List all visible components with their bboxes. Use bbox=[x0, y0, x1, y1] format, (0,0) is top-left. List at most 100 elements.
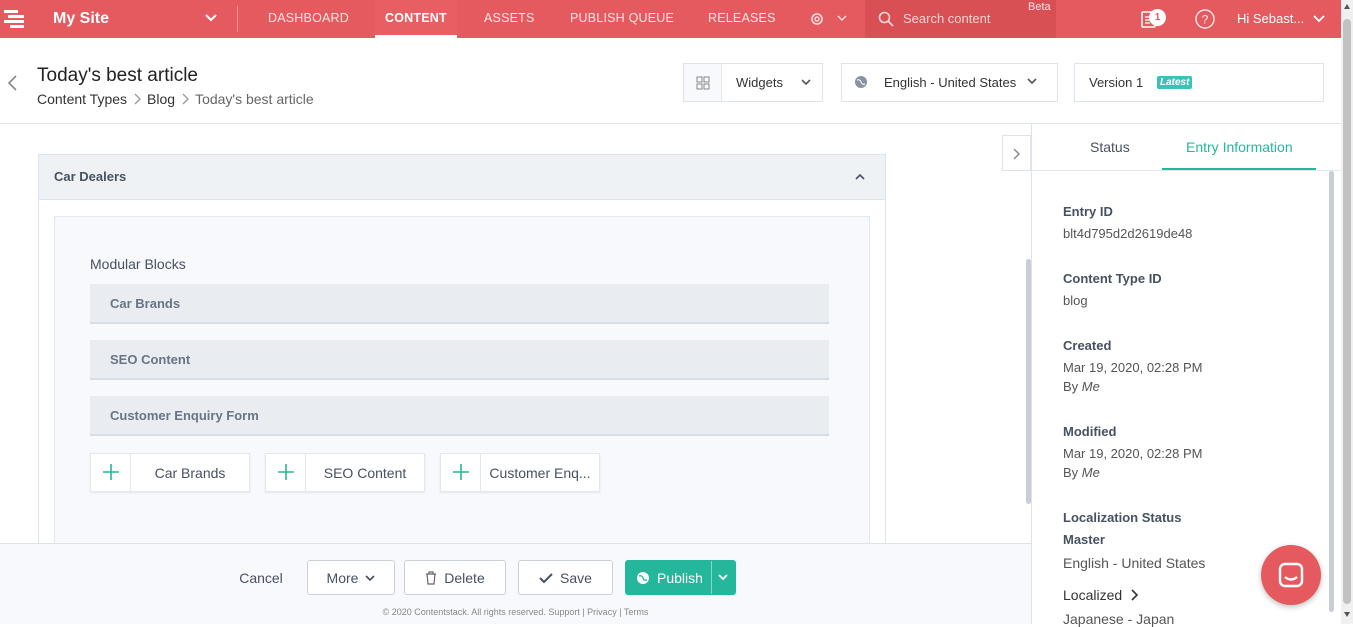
localization-section: Localization Status Master English - Uni… bbox=[1063, 510, 1205, 627]
block-customer-enquiry-form[interactable]: Customer Enquiry Form bbox=[90, 396, 829, 436]
divider bbox=[711, 561, 712, 594]
check-icon bbox=[539, 572, 553, 584]
block-title: Customer Enquiry Form bbox=[110, 408, 259, 423]
collapse-sidebar-button[interactable] bbox=[1002, 135, 1031, 171]
delete-label: Delete bbox=[444, 569, 485, 586]
site-name[interactable]: My Site bbox=[53, 10, 109, 28]
nav-content[interactable]: CONTENT bbox=[375, 0, 457, 38]
globe-icon bbox=[854, 75, 868, 89]
scroll-down-icon[interactable] bbox=[1344, 612, 1350, 617]
search-icon bbox=[878, 11, 894, 27]
globe-icon bbox=[636, 571, 650, 585]
entry-id-value: blt4d795d2d2619de48 bbox=[1063, 226, 1193, 241]
breadcrumb-blog[interactable]: Blog bbox=[147, 91, 175, 107]
widgets-dropdown[interactable]: Widgets bbox=[683, 63, 823, 102]
chevron-right-icon bbox=[133, 93, 141, 105]
beta-label: Beta bbox=[1028, 1, 1051, 13]
breadcrumb: Content Types Blog Today's best article bbox=[37, 91, 314, 107]
chevron-down-icon[interactable] bbox=[1312, 14, 1326, 24]
widgets-label: Widgets bbox=[736, 75, 783, 90]
modified-value: Mar 19, 2020, 02:28 PM bbox=[1063, 446, 1203, 461]
group-title: Car Dealers bbox=[54, 169, 127, 184]
entry-header: Today's best article Content Types Blog … bbox=[0, 38, 1341, 124]
chevron-down-icon bbox=[1027, 77, 1037, 85]
nav-publish-queue[interactable]: PUBLISH QUEUE bbox=[570, 0, 674, 38]
block-seo-content[interactable]: SEO Content bbox=[90, 340, 829, 380]
block-title: SEO Content bbox=[110, 352, 191, 367]
plus-icon bbox=[441, 454, 481, 491]
locale-dropdown[interactable]: English - United States bbox=[841, 63, 1058, 102]
created-value: Mar 19, 2020, 02:28 PM bbox=[1063, 360, 1203, 375]
entry-id-section: Entry ID blt4d795d2d2619de48 bbox=[1063, 204, 1192, 241]
active-tab-indicator bbox=[1162, 168, 1316, 170]
by-prefix: By bbox=[1063, 379, 1079, 394]
contentstack-logo-icon[interactable] bbox=[0, 0, 38, 38]
master-locale: English - United States bbox=[1063, 555, 1206, 571]
latest-badge: Latest bbox=[1157, 76, 1193, 89]
created-by: By Me bbox=[1063, 379, 1202, 394]
widgets-icon bbox=[684, 64, 722, 101]
version-dropdown[interactable]: Version 1 Latest bbox=[1074, 63, 1324, 102]
chevron-down-icon bbox=[801, 78, 811, 86]
sidebar-tabs: Status Entry Information bbox=[1032, 124, 1342, 171]
modular-blocks-field: Modular Blocks Car Brands SEO Content Cu… bbox=[54, 216, 870, 576]
publish-button[interactable]: Publish bbox=[625, 560, 736, 595]
nav-assets[interactable]: ASSETS bbox=[484, 0, 535, 38]
sidebar-scrollbar[interactable] bbox=[1329, 171, 1334, 612]
chevron-up-icon[interactable] bbox=[855, 173, 865, 181]
add-button-label: SEO Content bbox=[323, 465, 407, 481]
top-navigation-bar: My Site DASHBOARD CONTENT ASSETS PUBLISH… bbox=[0, 0, 1341, 38]
localization-label: Localization Status bbox=[1063, 510, 1182, 525]
entry-id-label: Entry ID bbox=[1063, 204, 1113, 219]
add-button-label: Customer Enq... bbox=[489, 465, 591, 481]
modified-by: By Me bbox=[1063, 465, 1202, 480]
group-field-car-dealers: Car Dealers Modular Blocks Car Brands SE… bbox=[38, 154, 886, 576]
tab-entry-information[interactable]: Entry Information bbox=[1186, 139, 1293, 155]
scroll-up-icon[interactable] bbox=[1344, 4, 1350, 9]
delete-button[interactable]: Delete bbox=[404, 560, 506, 595]
svg-text:?: ? bbox=[1202, 13, 1209, 27]
block-car-brands[interactable]: Car Brands bbox=[90, 284, 829, 324]
more-label: More bbox=[326, 569, 359, 586]
field-label: Modular Blocks bbox=[90, 256, 186, 272]
nav-releases[interactable]: RELEASES bbox=[708, 0, 776, 38]
version-label: Version 1 bbox=[1089, 75, 1144, 90]
locale-label: English - United States bbox=[884, 75, 1017, 90]
chevron-down-icon[interactable] bbox=[837, 14, 847, 22]
cancel-button[interactable]: Cancel bbox=[232, 560, 290, 595]
add-seo-content-button[interactable]: SEO Content bbox=[265, 453, 425, 492]
group-header[interactable]: Car Dealers bbox=[39, 155, 885, 200]
content-type-section: Content Type ID blog bbox=[1063, 271, 1162, 308]
modified-by-user: Me bbox=[1081, 465, 1100, 480]
save-button[interactable]: Save bbox=[518, 560, 613, 595]
more-button[interactable]: More bbox=[307, 560, 395, 595]
master-label: Master bbox=[1063, 532, 1105, 547]
chevron-down-icon[interactable] bbox=[718, 573, 728, 581]
created-section: Created Mar 19, 2020, 02:28 PM By Me bbox=[1063, 338, 1202, 394]
breadcrumb-content-types[interactable]: Content Types bbox=[37, 91, 127, 107]
action-footer: Cancel More Delete Save Publish © 2020 C… bbox=[0, 543, 1031, 624]
created-by-user: Me bbox=[1081, 379, 1100, 394]
help-icon[interactable]: ? bbox=[1195, 9, 1215, 29]
created-label: Created bbox=[1063, 338, 1112, 353]
back-arrow-icon[interactable] bbox=[6, 74, 18, 92]
user-menu[interactable]: Hi Sebast... bbox=[1237, 11, 1304, 26]
search-input[interactable]: Search content bbox=[903, 11, 990, 26]
notification-badge: 1 bbox=[1149, 9, 1166, 26]
breadcrumb-current: Today's best article bbox=[195, 91, 314, 107]
localized-toggle[interactable]: Localized bbox=[1063, 587, 1205, 603]
publish-label: Publish bbox=[657, 569, 703, 586]
gear-icon[interactable] bbox=[809, 11, 825, 27]
block-title: Car Brands bbox=[110, 296, 181, 311]
add-car-brands-button[interactable]: Car Brands bbox=[90, 453, 250, 492]
chat-support-button[interactable] bbox=[1261, 545, 1321, 605]
scrollbar-thumb[interactable] bbox=[1343, 19, 1351, 604]
page-scrollbar[interactable] bbox=[1341, 0, 1353, 624]
copyright-text: © 2020 Contentstack. All rights reserved… bbox=[382, 607, 649, 617]
tab-status[interactable]: Status bbox=[1090, 139, 1130, 155]
add-customer-enquiry-button[interactable]: Customer Enq... bbox=[440, 453, 600, 492]
content-type-label: Content Type ID bbox=[1063, 271, 1162, 286]
chevron-down-icon[interactable] bbox=[204, 13, 218, 23]
nav-dashboard[interactable]: DASHBOARD bbox=[268, 0, 349, 38]
divider bbox=[237, 6, 238, 32]
